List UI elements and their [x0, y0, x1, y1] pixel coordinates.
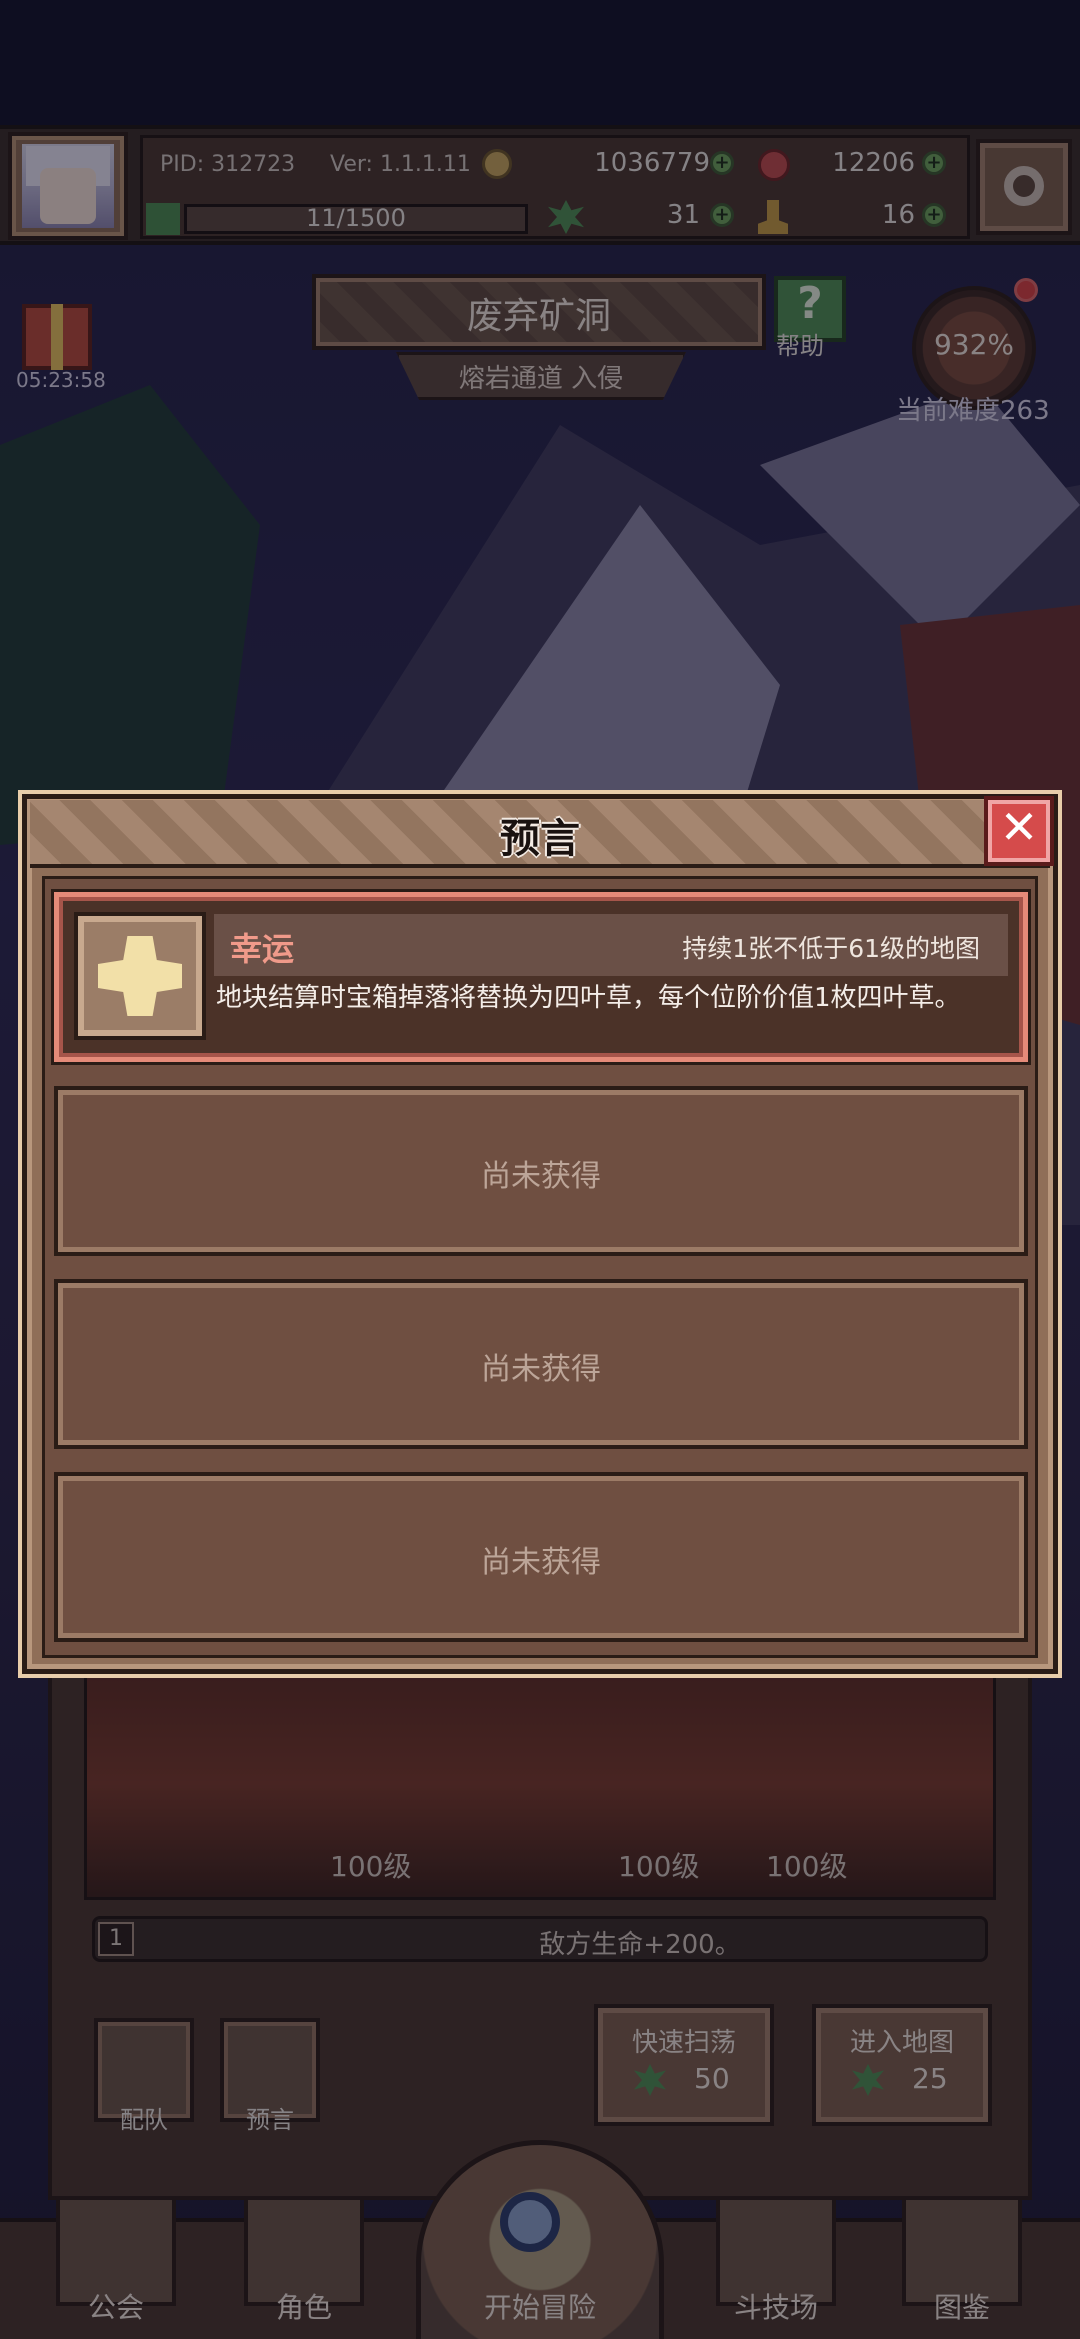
prophecy-slot-label: 尚未获得 [481, 1352, 601, 1387]
close-icon: ✕ [999, 800, 1039, 854]
prophecy-name: 幸运 [230, 930, 295, 968]
dialog-title: 预言 [500, 816, 580, 862]
prophecy-description: 地块结算时宝箱掉落将替换为四叶草，每个位阶价值1枚四叶草。 [216, 983, 961, 1013]
prophecy-condition: 持续1张不低于61级的地图 [682, 934, 980, 963]
prophecy-slot-label: 尚未获得 [481, 1159, 601, 1194]
prophecy-slot-label: 尚未获得 [481, 1545, 601, 1580]
